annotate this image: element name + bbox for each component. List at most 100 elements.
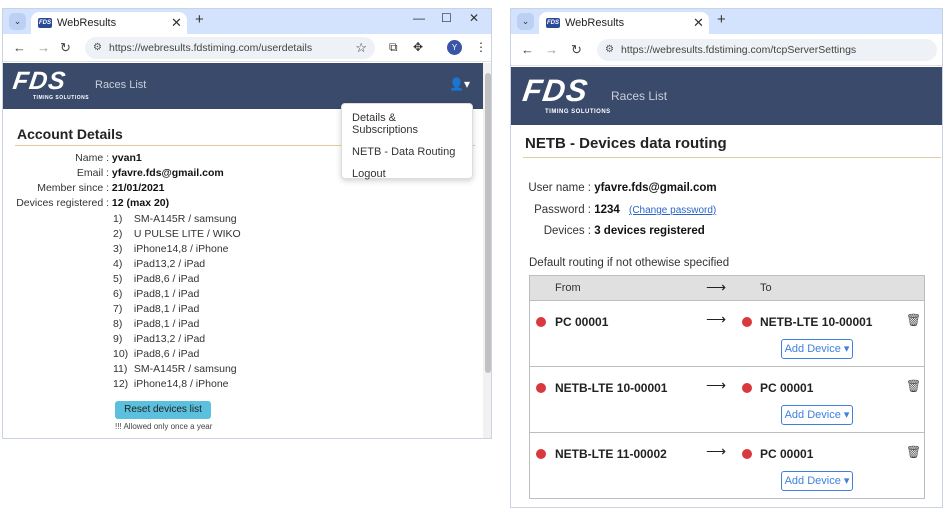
scrollbar-thumb[interactable] xyxy=(485,73,491,373)
tab-webresults[interactable]: FDS WebResults ✕ xyxy=(31,12,187,34)
extension-icon[interactable]: ⧉ xyxy=(389,40,398,55)
tab-list-chevron-down-icon[interactable]: ⌄ xyxy=(517,13,534,30)
reload-icon[interactable]: ↻ xyxy=(60,40,71,56)
routing-table-header: From ⟶ To xyxy=(529,275,925,301)
forward-arrow-right-icon[interactable]: → xyxy=(37,40,50,55)
col-to: To xyxy=(760,282,772,294)
change-password-link[interactable]: (Change password) xyxy=(629,205,716,216)
tab-list-chevron-down-icon[interactable]: ⌄ xyxy=(9,13,26,30)
site-info-icon[interactable]: ⚙ xyxy=(93,37,102,59)
devices-value: 12 (max 20) xyxy=(111,197,170,209)
page-title: NETB - Devices data routing xyxy=(525,135,727,152)
device-item: 12) iPhone14,8 / iPhone xyxy=(113,378,229,390)
reload-icon[interactable]: ↻ xyxy=(571,42,582,58)
default-routing-text: Default routing if not othewise specifie… xyxy=(529,257,730,269)
fds-favicon-icon: FDS xyxy=(546,18,560,28)
menu-item-netb-data-routing[interactable]: NETB - Data Routing xyxy=(342,141,472,163)
member-value: 21/01/2021 xyxy=(111,182,165,194)
password-value: 1234 xyxy=(594,204,620,216)
col-from: From xyxy=(555,282,581,294)
user-name-row: User name : yfavre.fds@gmail.com xyxy=(511,182,717,194)
forward-arrow-right-icon[interactable]: → xyxy=(545,42,558,57)
window-close-icon[interactable]: ✕ xyxy=(469,11,479,25)
back-arrow-left-icon[interactable]: ← xyxy=(521,42,534,57)
password-label: Password : xyxy=(534,204,591,216)
add-device-button[interactable]: Add Device ▾ xyxy=(781,339,853,359)
tab-title: WebResults xyxy=(57,17,117,29)
browser-window-userdetails: ⌄ FDS WebResults ✕ + — ☐ ✕ ← → ↻ ⚙ https… xyxy=(2,8,492,439)
device-item: 7) iPad8,1 / iPad xyxy=(113,303,200,315)
status-dot-icon xyxy=(742,383,752,393)
user-menu-icon[interactable]: 👤▾ xyxy=(449,77,470,91)
status-dot-icon xyxy=(536,449,546,459)
reset-devices-button[interactable]: Reset devices list xyxy=(115,401,211,419)
tab-title: WebResults xyxy=(565,17,625,29)
tab-close-icon[interactable]: ✕ xyxy=(693,12,704,34)
devices-label: Devices : xyxy=(543,225,591,237)
menu-item-logout[interactable]: Logout xyxy=(342,163,472,185)
routing-row: NETB-LTE 11-00002 ⟶ PC 00001 🗑 Add Devic… xyxy=(529,433,925,499)
tab-webresults[interactable]: FDS WebResults ✕ xyxy=(539,12,709,34)
new-tab-plus-icon[interactable]: + xyxy=(195,11,204,28)
tab-close-icon[interactable]: ✕ xyxy=(171,12,182,34)
add-device-button[interactable]: Add Device ▾ xyxy=(781,471,853,491)
url-text: https://webresults.fdstiming.com/userdet… xyxy=(109,42,313,54)
fds-logo[interactable]: FDS xyxy=(11,67,68,96)
logo-subtitle: TIMING SOLUTIONS xyxy=(33,95,90,101)
url-text: https://webresults.fdstiming.com/tcpServ… xyxy=(621,44,857,56)
fds-logo[interactable]: FDS xyxy=(520,73,591,109)
new-tab-plus-icon[interactable]: + xyxy=(717,11,726,28)
bookmark-star-icon[interactable]: ☆ xyxy=(355,37,367,59)
fds-favicon-icon: FDS xyxy=(38,18,52,28)
menu-item-details-subscriptions[interactable]: Details & Subscriptions xyxy=(342,107,472,141)
devices-row: Devices : 3 devices registered xyxy=(511,225,705,237)
to-device: PC 00001 xyxy=(760,381,814,395)
logo-subtitle: TIMING SOLUTIONS xyxy=(545,109,611,115)
device-item: 9) iPad13,2 / iPad xyxy=(113,333,206,345)
device-item: 8) iPad8,1 / iPad xyxy=(113,318,200,330)
page-title: Account Details xyxy=(17,126,123,142)
menu-kebab-icon[interactable]: ⋮ xyxy=(475,40,487,54)
status-dot-icon xyxy=(536,383,546,393)
devices-row: Devices registered : 12 (max 20) xyxy=(3,197,169,209)
member-row: Member since : 21/01/2021 xyxy=(3,182,164,194)
name-label: Name : xyxy=(75,152,109,164)
browser-toolbar: ← → ↻ ⚙ https://webresults.fdstiming.com… xyxy=(3,34,491,62)
tab-bar: ⌄ FDS WebResults ✕ + xyxy=(511,9,942,34)
add-device-button[interactable]: Add Device ▾ xyxy=(781,405,853,425)
user-dropdown-menu: Details & Subscriptions NETB - Data Rout… xyxy=(341,103,473,180)
device-item: 6) iPad8,1 / iPad xyxy=(113,288,200,300)
scrollbar[interactable] xyxy=(483,63,491,438)
address-bar[interactable]: ⚙ https://webresults.fdstiming.com/userd… xyxy=(85,37,375,59)
trash-icon[interactable]: 🗑 xyxy=(906,445,921,459)
device-item: 4) iPad13,2 / iPad xyxy=(113,258,206,270)
heading-divider xyxy=(523,157,941,158)
arrow-right-icon: ⟶ xyxy=(706,279,727,295)
trash-icon[interactable]: 🗑 xyxy=(906,379,921,393)
address-bar[interactable]: ⚙ https://webresults.fdstiming.com/tcpSe… xyxy=(597,39,937,61)
minimize-icon[interactable]: — xyxy=(413,11,425,25)
routing-row: NETB-LTE 10-00001 ⟶ PC 00001 🗑 Add Devic… xyxy=(529,367,925,433)
email-value: yfavre.fds@gmail.com xyxy=(111,167,224,179)
back-arrow-left-icon[interactable]: ← xyxy=(13,40,26,55)
password-row: Password : 1234 (Change password) xyxy=(511,204,716,216)
user-name-label: User name : xyxy=(528,182,591,194)
profile-avatar[interactable]: Y xyxy=(447,40,462,55)
arrow-right-icon: ⟶ xyxy=(706,377,727,393)
devices-label: Devices registered : xyxy=(16,197,109,209)
browser-window-tcpserversettings: ⌄ FDS WebResults ✕ + ← → ↻ ⚙ https://web… xyxy=(510,8,943,508)
device-item: 11) SM-A145R / samsung xyxy=(113,363,237,375)
maximize-icon[interactable]: ☐ xyxy=(441,11,452,25)
device-item: 1) SM-A145R / samsung xyxy=(113,213,237,225)
nav-races-list[interactable]: Races List xyxy=(611,89,667,103)
nav-races-list[interactable]: Races List xyxy=(95,79,146,91)
status-dot-icon xyxy=(742,317,752,327)
user-name-value: yfavre.fds@gmail.com xyxy=(594,182,717,194)
tab-bar: ⌄ FDS WebResults ✕ + — ☐ ✕ xyxy=(3,9,491,34)
site-info-icon[interactable]: ⚙ xyxy=(605,39,614,61)
device-item: 5) iPad8,6 / iPad xyxy=(113,273,200,285)
extensions-puzzle-icon[interactable]: ✥ xyxy=(413,40,423,54)
status-dot-icon xyxy=(536,317,546,327)
reset-note: !!! Allowed only once a year xyxy=(115,422,213,431)
trash-icon[interactable]: 🗑 xyxy=(906,313,921,327)
